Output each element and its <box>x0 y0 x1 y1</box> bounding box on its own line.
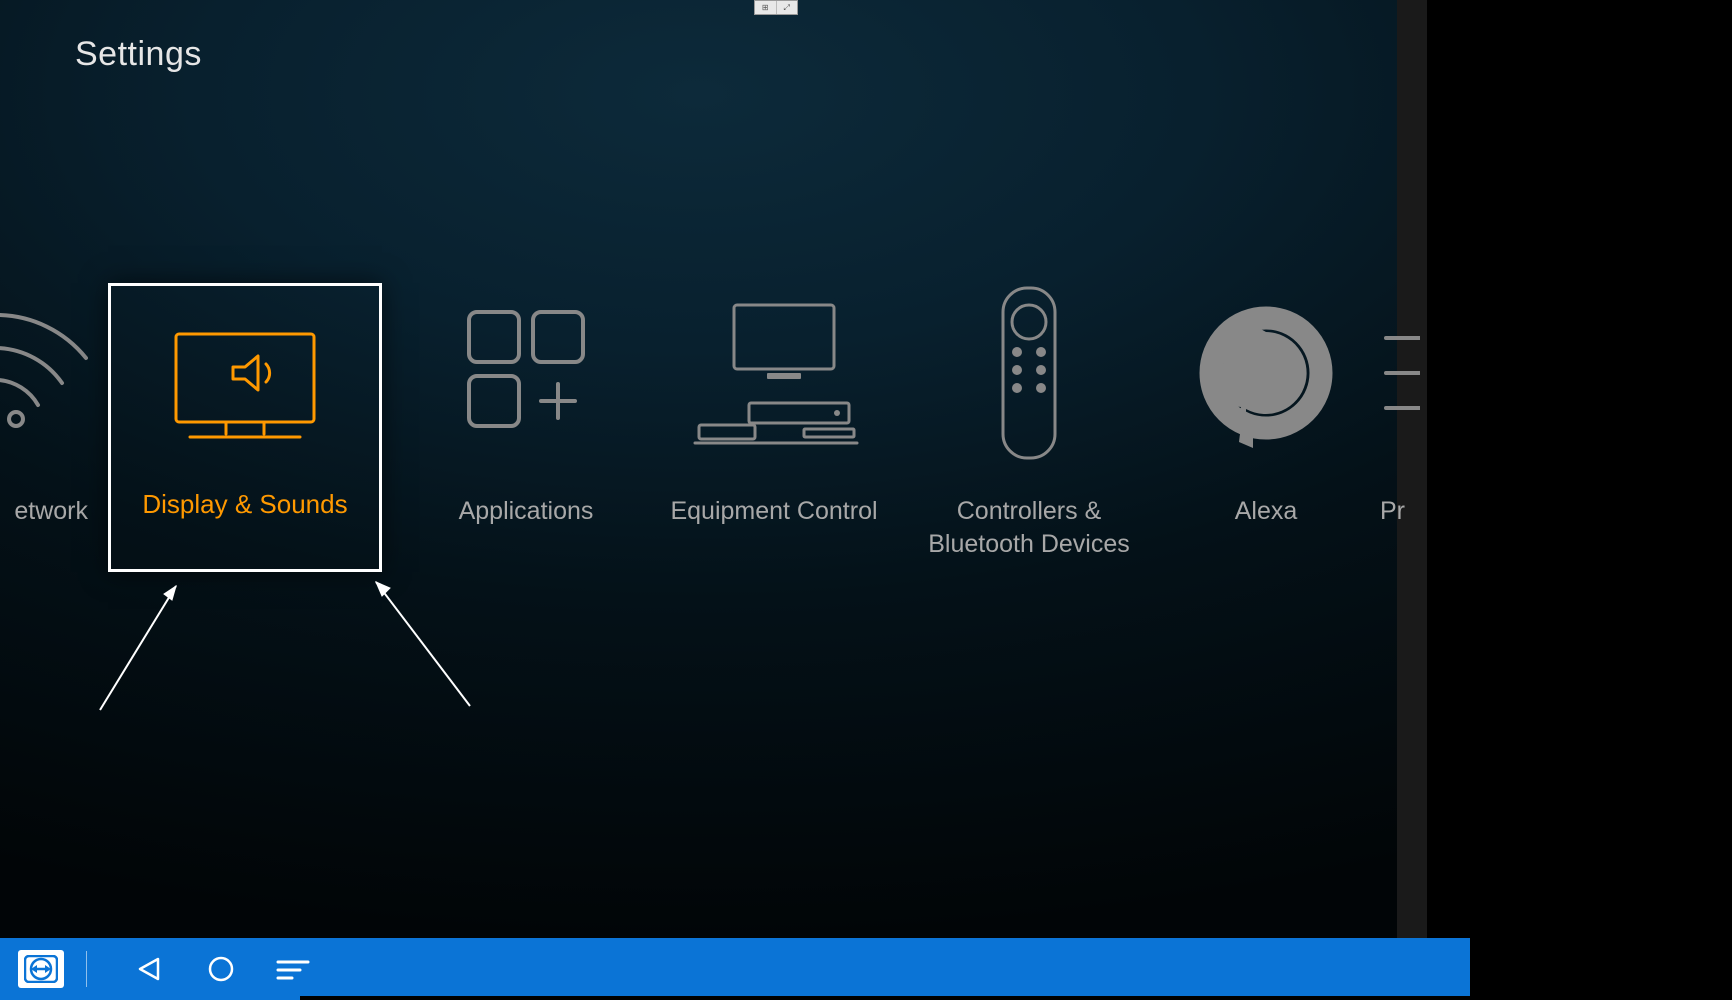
screencast-toolbar[interactable]: ⊞⤢ <box>754 0 798 15</box>
settings-screen: ⊞⤢ Settings etwork <box>0 0 1397 938</box>
tile-label: Pr <box>1380 495 1420 528</box>
tile-controllers-bluetooth[interactable]: Controllers & Bluetooth Devices <box>904 283 1154 560</box>
equipment-control-icon <box>684 283 864 463</box>
preferences-icon <box>1310 283 1490 463</box>
applications-icon <box>436 283 616 463</box>
tile-display-sounds[interactable]: Display & Sounds <box>108 283 382 572</box>
annotation-arrow-left <box>90 570 200 720</box>
tile-label: Controllers & Bluetooth Devices <box>914 495 1144 560</box>
nav-divider <box>86 951 87 987</box>
tile-equipment-control[interactable]: Equipment Control <box>664 283 884 528</box>
tile-applications[interactable]: Applications <box>416 283 636 528</box>
nav-back-button[interactable] <box>117 938 181 1000</box>
teamviewer-app-icon[interactable] <box>18 950 64 988</box>
page-title: Settings <box>75 35 202 74</box>
tile-network[interactable]: etwork <box>0 283 88 528</box>
remote-icon <box>939 283 1119 463</box>
side-panel <box>1397 0 1732 1000</box>
annotation-arrow-right <box>352 568 482 718</box>
android-nav-bar <box>0 938 1470 1000</box>
wifi-icon <box>0 283 88 463</box>
tile-preferences[interactable]: Pr <box>1380 283 1420 528</box>
tile-label: Alexa <box>1235 495 1298 528</box>
nav-recents-button[interactable] <box>261 938 325 1000</box>
display-sounds-icon <box>111 296 379 476</box>
tile-label: etwork <box>0 495 88 528</box>
tile-label: Equipment Control <box>670 495 877 528</box>
settings-carousel: etwork Display & Sounds <box>0 283 1397 583</box>
tile-label: Display & Sounds <box>142 488 347 522</box>
nav-home-button[interactable] <box>189 938 253 1000</box>
bottom-edge <box>300 996 1470 1000</box>
tile-label: Applications <box>459 495 594 528</box>
side-panel-inner <box>1427 0 1732 1000</box>
